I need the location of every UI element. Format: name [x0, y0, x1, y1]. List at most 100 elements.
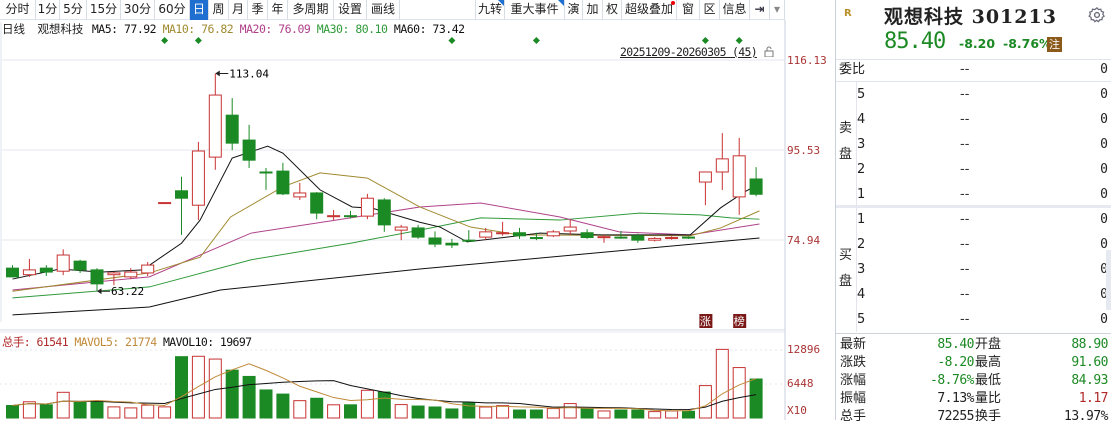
- tab-period-13[interactable]: 画线: [367, 0, 400, 20]
- signal-diamond-icon: [194, 37, 202, 44]
- tab-period-5[interactable]: 60分: [155, 0, 190, 20]
- ma10-label: MA10: 76.82: [162, 22, 234, 36]
- candle-up: [698, 171, 712, 183]
- date-range-link[interactable]: 20251209-20260305 (45): [620, 45, 758, 59]
- ma-legend: 日线 观想科技 MA5: 77.92 MA10: 76.82 MA20: 76.…: [2, 21, 465, 37]
- ma60-label: MA60: 73.42: [393, 22, 465, 36]
- mavol10-label: MAVOL10: 19697: [162, 335, 252, 349]
- scrollbar[interactable]: [1106, 250, 1111, 310]
- volume-bar: [715, 348, 729, 419]
- tab-period-10[interactable]: 年: [268, 0, 288, 20]
- tab-period-2[interactable]: 5分: [60, 0, 87, 20]
- volume-bar: [360, 389, 374, 419]
- volume-bar: [631, 409, 645, 419]
- tab-period-6[interactable]: 日: [190, 0, 209, 20]
- tab-period-4[interactable]: 30分: [121, 0, 155, 20]
- candle-up: [546, 231, 560, 237]
- chevron-down-icon[interactable]: ▾: [770, 0, 785, 20]
- volume-bar: [496, 405, 510, 419]
- tab-period-1[interactable]: 1分: [36, 0, 60, 20]
- volume-bar: [749, 378, 763, 419]
- toolbar-tool-3[interactable]: 加: [583, 0, 603, 20]
- toolbar-tool-1[interactable]: 重大事件: [505, 0, 565, 20]
- divider: [836, 205, 1111, 208]
- stat-value: 7.13%: [937, 391, 974, 406]
- toolbar-tool-4[interactable]: 权: [603, 0, 622, 20]
- lock-icon[interactable]: [764, 46, 774, 57]
- candle-up: [648, 237, 662, 241]
- stat-label: 最新: [840, 337, 867, 352]
- candle-down: [631, 235, 645, 241]
- stat-value: 91.60: [1071, 355, 1108, 370]
- volume-bar: [175, 356, 188, 419]
- volume-bar: [563, 403, 577, 419]
- qty: 0: [1100, 312, 1108, 327]
- candle-down: [614, 236, 628, 239]
- candle-up: [479, 231, 493, 238]
- candle-up: [360, 197, 374, 217]
- volume-bar: [56, 391, 70, 419]
- tab-period-8[interactable]: 月: [229, 0, 248, 20]
- price: --: [960, 287, 970, 302]
- candle-up: [715, 158, 729, 173]
- gear-icon[interactable]: [1088, 6, 1106, 24]
- tab-period-11[interactable]: 多周期: [288, 0, 334, 20]
- period-toolbar: 分时 1分 5分 15分 30分 60分日周月季年多周期 设置 画线 九转 重大事件演加权超级叠加…: [0, 0, 785, 20]
- candle-down: [90, 269, 104, 285]
- tab-period-0[interactable]: 分时: [0, 0, 36, 20]
- expand-right-icon[interactable]: ⇥: [750, 0, 770, 20]
- toolbar-tool-6[interactable]: 窗: [677, 0, 700, 20]
- price-tick: 95.53: [787, 144, 820, 157]
- price: --: [960, 262, 970, 277]
- candle-up: [22, 269, 36, 276]
- sell-row: 5 -- 0: [836, 85, 1111, 105]
- candle-down: [242, 139, 256, 161]
- price: --: [960, 87, 970, 102]
- candle-up: [158, 202, 172, 205]
- divider: [836, 333, 1111, 334]
- sell-row: 4 -- 0: [836, 110, 1111, 130]
- level: 3: [857, 137, 866, 152]
- candle-down: [513, 232, 526, 237]
- candle-down: [310, 192, 324, 214]
- tab-period-3[interactable]: 15分: [87, 0, 121, 20]
- toolbar-tool-0[interactable]: 九转: [475, 0, 505, 20]
- candle-up: [394, 226, 408, 231]
- toolbar-tool-7[interactable]: 区: [700, 0, 720, 20]
- candle-up: [191, 150, 205, 206]
- candle-down: [411, 227, 425, 238]
- price-tick: 74.94: [787, 234, 820, 247]
- volume-bar: [276, 393, 290, 419]
- volume-bar: [428, 406, 442, 419]
- signal-diamond-icon: [161, 37, 169, 44]
- volume-bar: [344, 404, 357, 419]
- qty: 0: [1100, 87, 1108, 102]
- stat-value: -8.76%: [930, 373, 974, 388]
- volume-bar: [327, 404, 341, 419]
- toolbar-tool-8[interactable]: 信息: [720, 0, 750, 20]
- level: 1: [857, 212, 866, 227]
- toolbar-tool-5[interactable]: 超级叠加: [622, 0, 677, 20]
- price: --: [960, 112, 970, 127]
- tool-label: 重大事件: [510, 2, 559, 16]
- volume-bar: [158, 406, 172, 419]
- stat-label: 涨幅: [840, 373, 867, 388]
- left-edge: [0, 22, 2, 322]
- candle-up: [107, 272, 121, 276]
- volume-bar: [698, 385, 712, 419]
- tab-period-12[interactable]: 设置: [334, 0, 367, 20]
- stat-value: 85.40: [937, 337, 974, 352]
- buy-row: 1 -- 0: [836, 210, 1111, 230]
- kline-chart[interactable]: 116.13 95.53 74.94 12896 6448 X10 113.04 63.22 涨…: [0, 0, 835, 420]
- tab-period-7[interactable]: 周: [209, 0, 229, 20]
- level: 5: [857, 312, 866, 327]
- qty: 0: [1100, 112, 1108, 127]
- volume-bar: [293, 400, 307, 419]
- candle-down: [377, 199, 391, 226]
- volume-bar: [225, 369, 239, 419]
- stat-value: 1.17: [1078, 391, 1109, 406]
- toolbar-tool-2[interactable]: 演: [565, 0, 583, 20]
- candle-down: [175, 190, 188, 199]
- tab-period-9[interactable]: 季: [248, 0, 268, 20]
- level: 3: [857, 262, 866, 277]
